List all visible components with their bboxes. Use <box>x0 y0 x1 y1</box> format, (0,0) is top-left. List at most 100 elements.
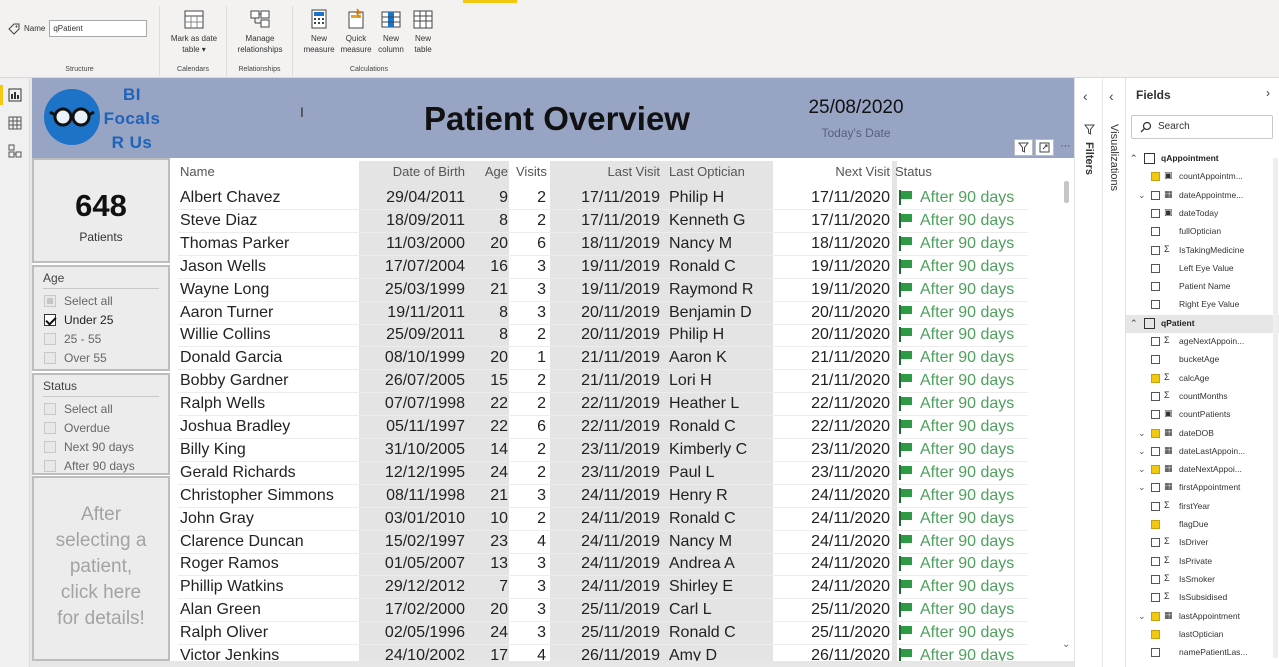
field-checkbox[interactable] <box>1151 520 1160 529</box>
field-checkbox[interactable] <box>1151 446 1160 456</box>
table-row[interactable]: Willie Collins 25/09/2011 8 2 20/11/2019 Phil… <box>172 324 1072 348</box>
field-item[interactable]: ⌄ ▦ dateAppointme... <box>1126 187 1279 205</box>
field-checkbox[interactable] <box>1151 208 1160 218</box>
header-status[interactable]: Status <box>895 164 932 179</box>
status-overdue[interactable]: Overdue <box>44 421 110 435</box>
data-view-icon[interactable] <box>8 116 22 130</box>
field-checkbox[interactable] <box>1151 410 1160 420</box>
collapse-filters-icon[interactable]: ‹ <box>1083 88 1088 104</box>
expand-caret-icon[interactable]: ⌄ <box>1138 611 1146 622</box>
new-column-button[interactable]: New column <box>373 8 409 55</box>
field-item[interactable]: ▣ countPatients <box>1126 406 1279 424</box>
field-checkbox[interactable] <box>1151 172 1160 182</box>
field-table-qpatient[interactable]: ⌃ qPatient <box>1126 314 1279 333</box>
collapse-fields-icon[interactable]: › <box>1266 86 1270 100</box>
expand-caret-icon[interactable]: ⌄ <box>1138 464 1146 475</box>
field-item[interactable]: bucketAge <box>1126 351 1279 369</box>
expand-visualizations-icon[interactable]: ‹ <box>1109 88 1114 104</box>
field-checkbox[interactable] <box>1151 611 1160 621</box>
field-checkbox[interactable] <box>1151 245 1160 255</box>
field-checkbox[interactable] <box>1151 574 1160 584</box>
table-row[interactable]: Roger Ramos 01/05/2007 13 3 24/11/2019 Andrea… <box>172 553 1072 577</box>
filter-icon[interactable] <box>1014 139 1033 156</box>
table-row[interactable]: Thomas Parker 11/03/2000 20 6 18/11/2019 Nanc… <box>172 233 1072 256</box>
age-under-25[interactable]: Under 25 <box>44 313 113 327</box>
table-row[interactable]: Jason Wells 17/07/2004 16 3 19/11/2019 Ronald… <box>172 256 1072 279</box>
field-item[interactable]: ▣ dateToday <box>1126 205 1279 223</box>
field-item[interactable]: ⌄ ▦ dateLastAppoin... <box>1126 443 1279 461</box>
patient-details-button[interactable]: After selecting a patient, click here fo… <box>32 476 170 661</box>
field-item[interactable]: ΣcountMonths <box>1126 388 1279 406</box>
field-checkbox[interactable] <box>1151 629 1160 639</box>
field-item[interactable]: fullOptician <box>1126 223 1279 241</box>
quick-measure-button[interactable]: Quick measure <box>336 8 376 55</box>
field-item[interactable]: lastOptician <box>1126 626 1279 644</box>
field-item[interactable]: Σ IsTakingMedicine <box>1126 242 1279 260</box>
field-checkbox[interactable] <box>1151 556 1160 566</box>
header-next-visit[interactable]: Next Visit <box>772 164 890 179</box>
name-input[interactable] <box>49 20 148 37</box>
table-scrollbar-thumb[interactable] <box>1064 181 1069 203</box>
collapse-caret-icon[interactable]: ⌃ <box>1130 153 1138 164</box>
scroll-down-icon[interactable]: ⌄ <box>1062 639 1070 650</box>
new-measure-button[interactable]: New measure <box>297 8 341 55</box>
field-item[interactable]: flagDue <box>1126 516 1279 534</box>
expand-caret-icon[interactable]: ⌄ <box>1138 446 1146 457</box>
field-item[interactable]: ▣ countAppointm... <box>1126 168 1279 186</box>
field-checkbox[interactable] <box>1151 483 1160 493</box>
field-item[interactable]: ⌄ ▦ dateNextAppoi... <box>1126 461 1279 479</box>
field-checkbox[interactable] <box>1151 465 1160 475</box>
field-checkbox[interactable] <box>1151 190 1160 200</box>
table-row[interactable]: Albert Chavez 29/04/2011 9 2 17/11/2019 Phili… <box>172 187 1072 210</box>
field-item[interactable]: Σ IsDriver <box>1126 534 1279 552</box>
field-item[interactable]: ΣcalcAge <box>1126 370 1279 388</box>
fields-search-input[interactable]: Search <box>1131 115 1273 139</box>
patient-count-card[interactable]: 648 Patients <box>32 158 170 263</box>
table-row[interactable]: Billy King 31/10/2005 14 2 23/11/2019 Kimberl… <box>172 439 1072 462</box>
mark-as-date-table-button[interactable]: Mark as date table ▾ <box>164 8 224 55</box>
table-row[interactable]: Ralph Wells 07/07/1998 22 2 22/11/2019 Heathe… <box>172 393 1072 417</box>
field-checkbox[interactable] <box>1151 227 1160 237</box>
header-dob[interactable]: Date of Birth <box>362 164 465 179</box>
table-row[interactable]: Christopher Simmons 08/11/1998 21 3 24/11/20… <box>172 485 1072 508</box>
more-options-icon[interactable]: ⋯ <box>1056 139 1075 156</box>
field-item[interactable]: ΣageNextAppoin... <box>1126 333 1279 351</box>
field-checkbox[interactable] <box>1151 428 1160 438</box>
table-row[interactable]: Aaron Turner 19/11/2011 8 3 20/11/2019 Benjam… <box>172 302 1072 325</box>
table-row[interactable]: Joshua Bradley 05/11/1997 22 6 22/11/2019 Ron… <box>172 416 1072 439</box>
expand-caret-icon[interactable]: ⌄ <box>1138 190 1146 201</box>
field-item[interactable]: ⌄ ▦ lastAppointment <box>1126 608 1279 626</box>
field-checkbox[interactable] <box>1151 263 1160 273</box>
field-checkbox[interactable] <box>1151 337 1160 346</box>
header-age[interactable]: Age <box>462 164 508 179</box>
field-item[interactable]: Σ IsSmoker <box>1126 571 1279 589</box>
checkbox[interactable] <box>44 314 56 326</box>
field-item[interactable]: namePatientLas... <box>1126 644 1279 662</box>
field-item[interactable]: Σ IsPrivate <box>1126 553 1279 571</box>
model-view-icon[interactable] <box>8 144 22 158</box>
field-checkbox[interactable] <box>1151 538 1160 548</box>
checkbox[interactable] <box>44 441 56 453</box>
checkbox[interactable] <box>44 352 56 364</box>
table-row[interactable]: Ralph Oliver 02/05/1996 24 3 25/11/2019 Ronal… <box>172 622 1072 646</box>
checkbox[interactable] <box>44 333 56 345</box>
field-item[interactable]: Left Eye Value <box>1126 260 1279 278</box>
table-row[interactable]: Alan Green 17/02/2000 20 3 25/11/2019 Carl L2… <box>172 599 1072 623</box>
field-item[interactable]: ⌄ ▦ dateDOB <box>1126 425 1279 443</box>
header-visits[interactable]: Visits <box>516 164 547 179</box>
field-item[interactable]: Σ IsSubsidised <box>1126 589 1279 607</box>
checkbox[interactable] <box>44 422 56 434</box>
status-after-90-days[interactable]: After 90 days <box>44 459 135 473</box>
field-table-qappointment[interactable]: ⌃ qAppointment <box>1126 150 1279 168</box>
field-checkbox[interactable] <box>1151 355 1160 365</box>
field-checkbox[interactable] <box>1151 501 1160 511</box>
checkbox[interactable] <box>44 403 56 415</box>
age-25-55[interactable]: 25 - 55 <box>44 332 101 346</box>
manage-relationships-button[interactable]: Manage relationships <box>230 8 290 55</box>
age-select-all[interactable]: Select all <box>44 294 113 308</box>
field-checkbox[interactable] <box>1151 282 1160 292</box>
field-item[interactable]: Right Eye Value <box>1126 296 1279 314</box>
fields-scrollbar[interactable] <box>1273 158 1278 658</box>
field-item[interactable]: Patient Name <box>1126 278 1279 296</box>
table-row[interactable]: Bobby Gardner 26/07/2005 15 2 21/11/2019 Lori… <box>172 370 1072 394</box>
